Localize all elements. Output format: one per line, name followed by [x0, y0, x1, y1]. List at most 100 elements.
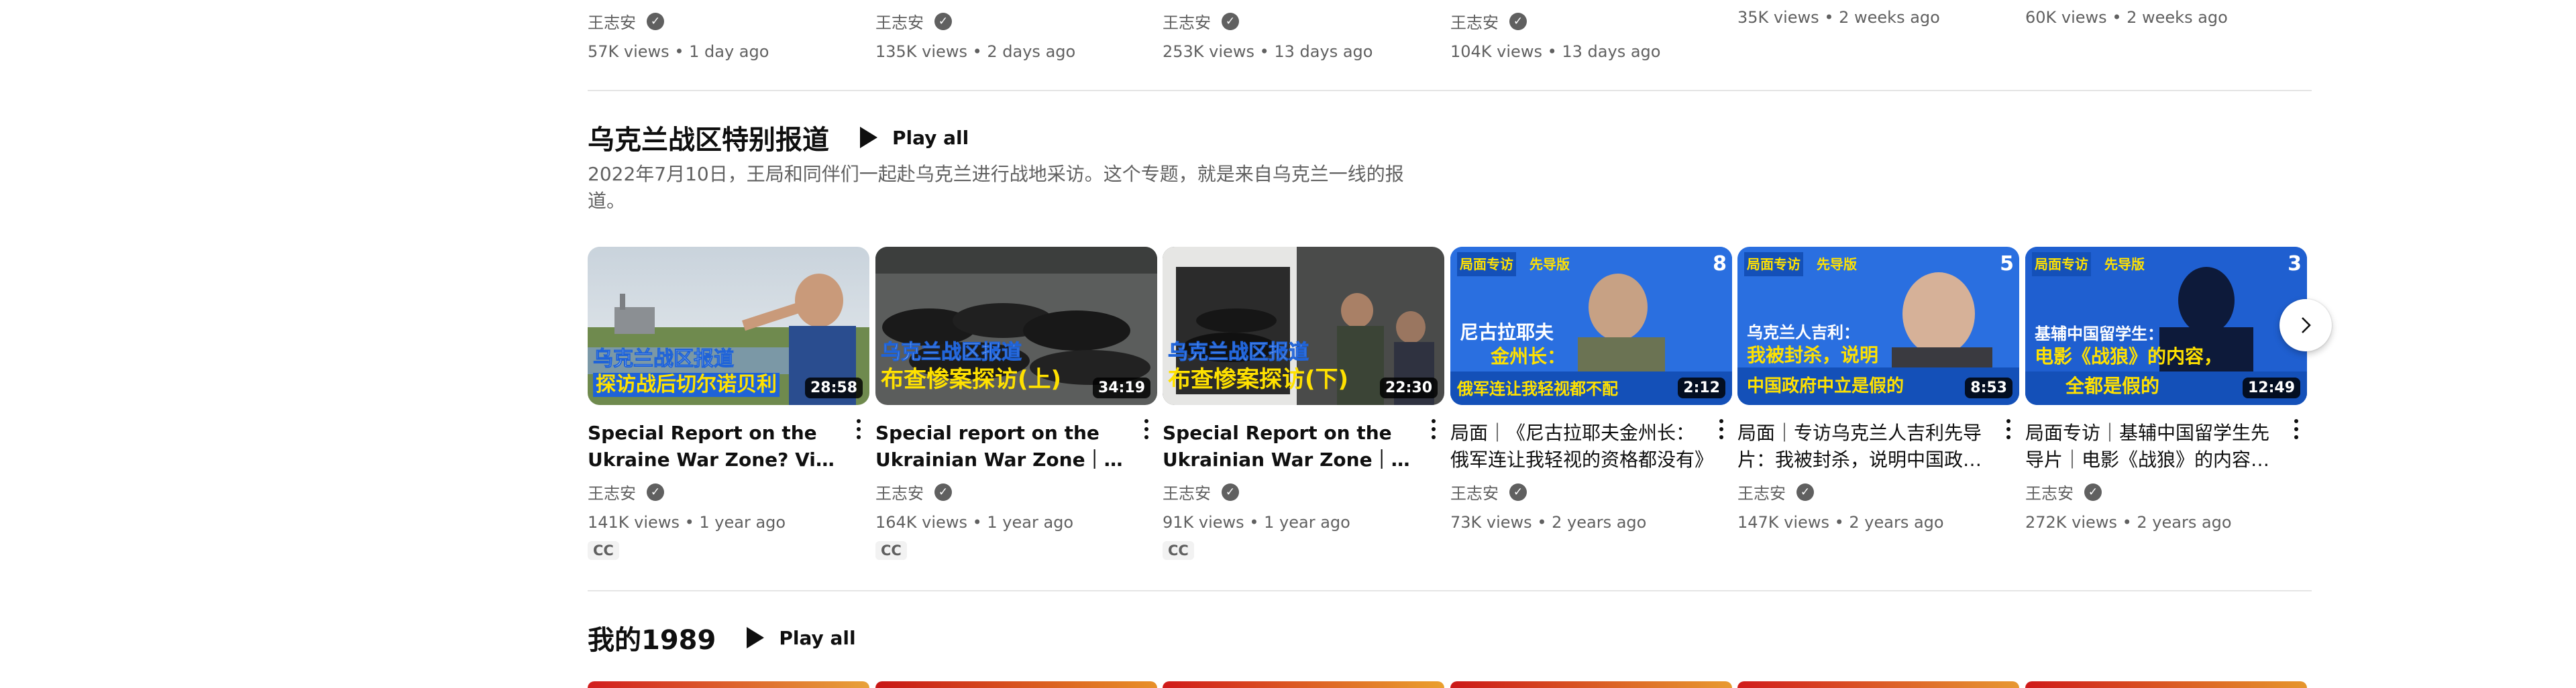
video-card[interactable]: 乌克兰战区报道 探访战后切尔诺贝利 28:58 Special Report o… — [588, 247, 869, 560]
video-duration: 34:19 — [1092, 378, 1150, 398]
more-actions-icon[interactable] — [1713, 416, 1729, 443]
thumbnail-overlay-line2: 探访战后切尔诺贝利 — [593, 373, 780, 397]
shelf-header: 乌克兰战区特别报道 Play all — [588, 118, 969, 157]
cc-badge: CC — [1163, 541, 1194, 560]
verified-check-icon: ✓ — [647, 483, 664, 501]
view-meta: 272K views • 2 years ago — [2025, 513, 2232, 532]
video-thumbnail[interactable] — [1163, 681, 1444, 688]
video-title[interactable]: Special Report on the Ukraine War Zone? … — [588, 420, 843, 473]
more-actions-icon[interactable] — [851, 416, 867, 443]
view-meta: 60K views • 2 weeks ago — [2025, 8, 2228, 27]
view-meta: 141K views • 1 year ago — [588, 513, 786, 532]
cc-badge: CC — [875, 541, 907, 560]
thumbnail-overlay-line1: 乌克兰战区报道 — [593, 347, 735, 371]
play-icon — [860, 127, 877, 148]
thumbnail-overlay-line2: 布查惨案探访(上) — [881, 366, 1062, 393]
play-icon — [747, 627, 765, 648]
channel-name[interactable]: 王志安 ✓ — [588, 480, 869, 504]
thumbnail-overlay-line2: 布查惨案探访(下) — [1168, 366, 1349, 393]
channel-name[interactable]: 王志安 ✓ — [1450, 9, 1660, 33]
video-meta: 60K views • 2 weeks ago — [2025, 8, 2228, 27]
verified-check-icon: ✓ — [1222, 12, 1239, 30]
video-thumbnail[interactable]: 局面专访 先导版 8 尼古拉耶夫 金州长： 俄军连让我轻视都不配 2:12 — [1450, 247, 1732, 405]
video-title[interactable]: Special report on the Ukrainian War Zone… — [875, 420, 1130, 473]
verified-check-icon: ✓ — [1796, 483, 1814, 501]
view-meta: 147K views • 2 years ago — [1737, 513, 1944, 532]
thumbnail-tag: 先导版 — [1529, 256, 1570, 272]
thumbnail-overlay-line1: 乌克兰人吉利： — [1747, 323, 1860, 342]
view-meta: 57K views • 1 day ago — [588, 42, 769, 61]
play-all-button[interactable]: Play all — [860, 127, 969, 149]
channel-name[interactable]: 王志安 ✓ — [1450, 480, 1732, 504]
video-card[interactable]: 局面专访 先导版 5 乌克兰人吉利： 我被封杀，说明 中国政府中立是假的 8:5… — [1737, 247, 2019, 532]
video-meta: 王志安 ✓ 135K views • 2 days ago — [875, 9, 1075, 61]
episode-number: 8 — [1713, 252, 1727, 276]
thumbnail-overlay-line2: 金州长： — [1491, 345, 1566, 367]
verified-check-icon: ✓ — [2084, 483, 2102, 501]
video-thumbnail[interactable] — [588, 681, 869, 688]
verified-check-icon: ✓ — [934, 483, 952, 501]
video-duration: 12:49 — [2242, 378, 2300, 398]
thumbnail-tag: 局面专访 — [1457, 252, 1516, 276]
channel-name[interactable]: 王志安 ✓ — [1163, 9, 1373, 33]
more-actions-icon[interactable] — [1426, 416, 1442, 443]
view-meta: 35K views • 2 weeks ago — [1737, 8, 1940, 27]
video-meta: 王志安 ✓ 57K views • 1 day ago — [588, 9, 769, 61]
shelf-header: 我的1989 Play all — [588, 618, 856, 657]
video-thumbnail[interactable]: 局面专访 先导版 3 基辅中国留学生： 电影《战狼》的内容， 全都是假的 12:… — [2025, 247, 2307, 405]
thumbnail-overlay-line2: 我被封杀，说明 — [1747, 344, 1879, 366]
channel-name[interactable]: 王志安 ✓ — [875, 480, 1157, 504]
episode-number: 5 — [2000, 252, 2014, 276]
video-card[interactable]: 乌克兰战区报道 布查惨案探访(上) 34:19 Special report o… — [875, 247, 1157, 560]
video-thumbnail[interactable]: 乌克兰战区报道 布查惨案探访(上) 34:19 — [875, 247, 1157, 405]
thumbnail-tag: 局面专访 — [2032, 252, 2091, 276]
play-all-label: Play all — [892, 126, 969, 149]
shelf-title[interactable]: 我的1989 — [588, 618, 716, 657]
channel-name[interactable]: 王志安 ✓ — [1737, 480, 2019, 504]
thumbnail-overlay-line1: 乌克兰战区报道 — [1168, 341, 1309, 365]
thumbnail-tag: 局面专访 — [1744, 252, 1803, 276]
video-meta: 35K views • 2 weeks ago — [1737, 8, 1940, 27]
channel-name[interactable]: 王志安 ✓ — [1163, 480, 1444, 504]
shelf-next-button[interactable] — [2279, 299, 2332, 351]
view-meta: 91K views • 1 year ago — [1163, 513, 1350, 532]
shelf-title[interactable]: 乌克兰战区特别报道 — [588, 118, 829, 157]
video-thumbnail[interactable] — [2025, 681, 2307, 688]
video-card[interactable]: 局面专访 先导版 8 尼古拉耶夫 金州长： 俄军连让我轻视都不配 2:12 局面… — [1450, 247, 1732, 532]
thumbnail-overlay-line3: 中国政府中立是假的 — [1747, 376, 1904, 396]
video-thumbnail[interactable]: 局面专访 先导版 5 乌克兰人吉利： 我被封杀，说明 中国政府中立是假的 8:5… — [1737, 247, 2019, 405]
verified-check-icon: ✓ — [1509, 483, 1527, 501]
view-meta: 73K views • 2 years ago — [1450, 513, 1647, 532]
view-meta: 135K views • 2 days ago — [875, 42, 1076, 61]
channel-name[interactable]: 王志安 ✓ — [2025, 480, 2307, 504]
view-meta: 104K views • 13 days ago — [1450, 42, 1661, 61]
chevron-right-icon — [2302, 317, 2311, 333]
video-title[interactable]: Special Report on the Ukrainian War Zone… — [1163, 420, 1417, 473]
shelf-divider — [588, 590, 2312, 591]
video-title[interactable]: 局面专访｜基辅中国留学生先导片｜电影《战狼》的内容都是假的 — [2025, 420, 2280, 473]
video-thumbnail[interactable] — [875, 681, 1157, 688]
video-card[interactable]: 乌克兰战区报道 布查惨案探访(下) 22:30 Special Report o… — [1163, 247, 1444, 560]
more-actions-icon[interactable] — [2000, 416, 2017, 443]
video-meta: 王志安 ✓ 104K views • 13 days ago — [1450, 9, 1660, 61]
video-title[interactable]: 局面｜专访乌克兰人吉利先导片：我被封杀，说明中国政府中立是假的 — [1737, 420, 1992, 473]
thumbnail-overlay-line2: 电影《战狼》的内容， — [2035, 345, 2223, 367]
video-card[interactable]: 局面专访 先导版 3 基辅中国留学生： 电影《战狼》的内容， 全都是假的 12:… — [2025, 247, 2307, 532]
verified-check-icon: ✓ — [1509, 12, 1527, 30]
video-duration: 8:53 — [1965, 378, 2012, 398]
more-actions-icon[interactable] — [2288, 416, 2304, 443]
play-all-button[interactable]: Play all — [747, 627, 856, 649]
more-actions-icon[interactable] — [1138, 416, 1155, 443]
video-title[interactable]: 局面｜《尼古拉耶夫金州长：俄军连让我轻视的资格都没有》 — [1450, 420, 1705, 473]
channel-name[interactable]: 王志安 ✓ — [875, 9, 1075, 33]
verified-check-icon: ✓ — [647, 12, 664, 30]
video-duration: 2:12 — [1678, 378, 1725, 398]
video-thumbnail[interactable] — [1737, 681, 2019, 688]
video-thumbnail[interactable]: 乌克兰战区报道 布查惨案探访(下) 22:30 — [1163, 247, 1444, 405]
video-thumbnail[interactable] — [1450, 681, 1732, 688]
verified-check-icon: ✓ — [1222, 483, 1239, 501]
thumbnail-overlay-line3: 全都是假的 — [2065, 375, 2160, 397]
video-thumbnail[interactable]: 乌克兰战区报道 探访战后切尔诺贝利 28:58 — [588, 247, 869, 405]
channel-name[interactable]: 王志安 ✓ — [588, 9, 769, 33]
thumbnail-overlay-line1: 乌克兰战区报道 — [881, 341, 1022, 365]
